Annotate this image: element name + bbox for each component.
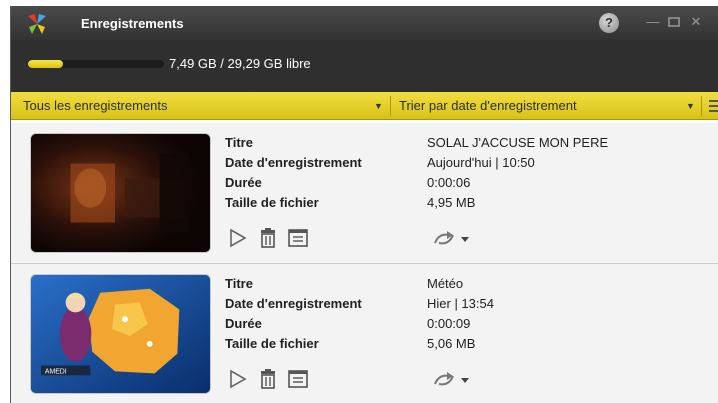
details-icon[interactable] (287, 227, 309, 249)
filter-separator (390, 96, 391, 116)
recording-title: Météo (427, 276, 464, 291)
field-values: SOLAL J'ACCUSE MON PERE Aujourd'hui | 10… (427, 133, 608, 213)
play-icon[interactable] (227, 368, 249, 390)
chevron-down-icon[interactable]: ▼ (374, 92, 383, 120)
storage-panel: 7,49 GB / 29,29 GB libre (11, 40, 718, 92)
title-bar: Enregistrements ? — ✕ (11, 6, 718, 40)
recording-thumbnail[interactable] (30, 133, 211, 253)
recording-duration: 0:00:09 (427, 316, 471, 331)
recording-duration: 0:00:06 (427, 175, 471, 190)
chevron-down-icon[interactable]: ▼ (686, 92, 695, 120)
field-labels: Titre Date d'enregistrement Durée Taille… (225, 133, 362, 213)
recording-size: 4,95 MB (427, 195, 476, 210)
recording-title: SOLAL J'ACCUSE MON PERE (427, 135, 609, 150)
trash-icon[interactable] (257, 227, 279, 249)
recording-date: Aujourd'hui | 10:50 (427, 155, 535, 170)
storage-bar (28, 60, 164, 68)
date-label: Date d'enregistrement (225, 155, 362, 170)
field-values: Météo Hier | 13:54 0:00:09 5,06 MB (427, 274, 494, 354)
filter-dropdown[interactable]: Tous les enregistrements (19, 92, 389, 120)
size-label: Taille de fichier (225, 195, 319, 210)
sort-dropdown[interactable]: Trier par date d'enregistrement (395, 92, 695, 120)
app-logo-icon (28, 14, 46, 34)
filter-separator (701, 96, 702, 116)
size-label: Taille de fichier (225, 336, 319, 351)
window-title: Enregistrements (81, 16, 184, 31)
date-label: Date d'enregistrement (225, 296, 362, 311)
minimize-icon[interactable]: — (645, 14, 661, 30)
storage-text: 7,49 GB / 29,29 GB libre (169, 56, 311, 71)
close-icon[interactable]: ✕ (688, 14, 704, 30)
duration-label: Durée (225, 316, 262, 331)
details-icon[interactable] (287, 368, 309, 390)
recordings-window: Enregistrements ? — ✕ 7,49 GB / 29,29 GB… (10, 6, 718, 403)
title-label: Titre (225, 276, 253, 291)
play-icon[interactable] (227, 227, 249, 249)
recording-size: 5,06 MB (427, 336, 476, 351)
share-icon[interactable] (431, 368, 471, 392)
field-labels: Titre Date d'enregistrement Durée Taille… (225, 274, 362, 354)
trash-icon[interactable] (257, 368, 279, 390)
filter-bar: Tous les enregistrements ▼ Trier par dat… (11, 92, 718, 120)
list-item[interactable]: Titre Date d'enregistrement Durée Taille… (11, 123, 718, 263)
help-icon[interactable]: ? (599, 13, 619, 33)
recording-thumbnail[interactable]: AMEDI (30, 274, 211, 394)
duration-label: Durée (225, 175, 262, 190)
svg-text:AMEDI: AMEDI (45, 368, 67, 375)
list-item[interactable]: AMEDI Titre Date d'enregistrement Durée … (11, 264, 718, 403)
recording-date: Hier | 13:54 (427, 296, 494, 311)
menu-icon[interactable] (709, 100, 718, 112)
storage-bar-fill (28, 60, 63, 68)
maximize-icon[interactable] (666, 14, 682, 30)
share-icon[interactable] (431, 227, 471, 251)
title-label: Titre (225, 135, 253, 150)
